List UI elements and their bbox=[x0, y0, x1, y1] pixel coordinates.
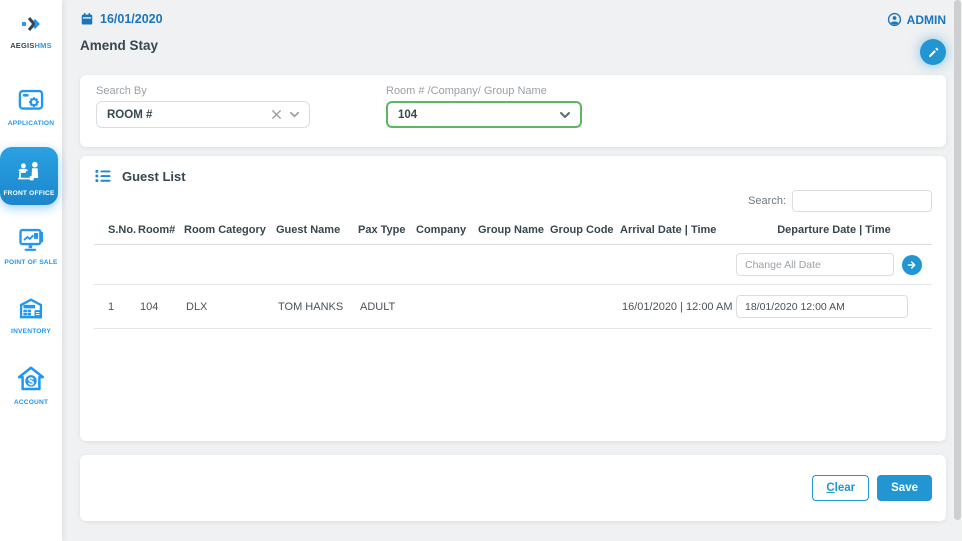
save-button[interactable]: Save bbox=[877, 475, 932, 501]
col-room: Room# bbox=[138, 224, 176, 236]
aegis-logo-icon bbox=[22, 17, 40, 31]
cell-room-category: DLX bbox=[186, 300, 208, 313]
sidebar-item-application[interactable]: APPLICATION bbox=[0, 77, 62, 136]
brand-logo[interactable]: AEGISHMS bbox=[10, 0, 52, 50]
list-icon bbox=[95, 170, 111, 182]
col-guest-name: Guest Name bbox=[276, 224, 341, 236]
warehouse-icon bbox=[19, 298, 43, 319]
arrow-right-icon bbox=[907, 260, 916, 269]
departure-date-input[interactable] bbox=[736, 295, 908, 318]
vertical-scrollbar[interactable] bbox=[953, 0, 962, 541]
sidebar-item-label: ACCOUNT bbox=[13, 399, 49, 406]
guest-table-header: S.No. Room# Room Category Guest Name Pax… bbox=[94, 220, 932, 245]
apply-all-dates-button[interactable] bbox=[902, 254, 922, 275]
sidebar-item-label: FRONT OFFICE bbox=[3, 190, 55, 197]
cell-pax-type: ADULT bbox=[360, 300, 396, 313]
guest-table: S.No. Room# Room Category Guest Name Pax… bbox=[94, 220, 932, 329]
search-by-label: Search By bbox=[96, 85, 147, 97]
business-date[interactable]: 16/01/2020 bbox=[80, 12, 163, 26]
page-title: Amend Stay bbox=[80, 38, 159, 53]
sidebar: AEGISHMS APPLICATION FRONT OFFICE POINT … bbox=[0, 0, 62, 541]
cell-arrival: 16/01/2020 | 12:00 AM bbox=[622, 300, 733, 313]
user-menu[interactable]: ADMIN bbox=[887, 12, 946, 27]
brand-name: AEGISHMS bbox=[10, 41, 52, 50]
change-all-date-row bbox=[94, 245, 932, 285]
user-name: ADMIN bbox=[906, 12, 946, 27]
search-panel: Search By ROOM # Room # /Company/ Group … bbox=[80, 75, 946, 147]
topbar: 16/01/2020 Amend Stay ADMIN bbox=[80, 12, 946, 65]
user-icon bbox=[887, 12, 901, 27]
sidebar-item-label: POINT OF SALE bbox=[4, 259, 58, 266]
house-dollar-icon: $ bbox=[17, 366, 45, 391]
col-sno: S.No. bbox=[108, 224, 137, 236]
front-desk-people-icon bbox=[18, 161, 39, 181]
pos-monitor-icon bbox=[19, 228, 44, 251]
guest-list-title: Guest List bbox=[122, 168, 186, 184]
search-by-value: ROOM # bbox=[107, 108, 153, 121]
sidebar-item-point-of-sale[interactable]: POINT OF SALE bbox=[0, 216, 62, 275]
col-departure: Departure Date | Time bbox=[777, 224, 891, 236]
table-search-label: Search: bbox=[748, 195, 786, 207]
actions-panel: Clear Save bbox=[80, 455, 946, 521]
col-pax-type: Pax Type bbox=[358, 224, 406, 236]
room-company-group-select[interactable]: 104 bbox=[386, 101, 582, 128]
sidebar-item-inventory[interactable]: INVENTORY bbox=[0, 285, 62, 344]
col-group-code: Group Code bbox=[550, 224, 614, 236]
cell-guest-name: TOM HANKS bbox=[278, 300, 344, 313]
room-company-group-label: Room # /Company/ Group Name bbox=[386, 85, 547, 97]
col-company: Company bbox=[416, 224, 467, 236]
search-by-select[interactable]: ROOM # bbox=[96, 101, 310, 128]
col-arrival: Arrival Date | Time bbox=[620, 224, 717, 236]
calendar-icon bbox=[81, 13, 93, 25]
guest-table-row: 1 104 DLX TOM HANKS ADULT 16/01/2020 | 1… bbox=[94, 285, 932, 329]
app-root: AEGISHMS APPLICATION FRONT OFFICE POINT … bbox=[0, 0, 962, 541]
chevron-down-icon[interactable] bbox=[288, 108, 301, 121]
cell-room: 104 bbox=[140, 300, 159, 313]
application-window-gear-icon bbox=[18, 89, 44, 110]
sidebar-nav: APPLICATION FRONT OFFICE POINT OF SALE I… bbox=[0, 72, 62, 420]
scrollbar-thumb[interactable] bbox=[954, 0, 961, 520]
sidebar-item-label: INVENTORY bbox=[11, 328, 51, 335]
table-search-input[interactable] bbox=[792, 190, 932, 212]
clear-selection-icon[interactable] bbox=[271, 109, 282, 120]
col-group-name: Group Name bbox=[478, 224, 545, 236]
business-date-value: 16/01/2020 bbox=[100, 12, 163, 26]
col-room-category: Room Category bbox=[184, 224, 266, 236]
main-content: 16/01/2020 Amend Stay ADMIN Search By RO… bbox=[62, 0, 962, 541]
chevron-down-icon[interactable] bbox=[558, 108, 572, 122]
pencil-icon bbox=[928, 47, 938, 57]
change-all-date-input[interactable] bbox=[736, 253, 894, 276]
svg-text:$: $ bbox=[28, 376, 35, 388]
guest-list-panel: Guest List Search: S.No. Room# Room Cate… bbox=[80, 156, 946, 441]
sidebar-item-front-office[interactable]: FRONT OFFICE bbox=[0, 147, 58, 205]
room-company-group-value: 104 bbox=[398, 108, 418, 121]
cell-sno: 1 bbox=[108, 300, 115, 313]
sidebar-item-label: APPLICATION bbox=[7, 120, 55, 127]
clear-button[interactable]: Clear bbox=[812, 475, 870, 501]
sidebar-item-account[interactable]: $ ACCOUNT bbox=[0, 354, 62, 415]
edit-button[interactable] bbox=[920, 39, 946, 65]
